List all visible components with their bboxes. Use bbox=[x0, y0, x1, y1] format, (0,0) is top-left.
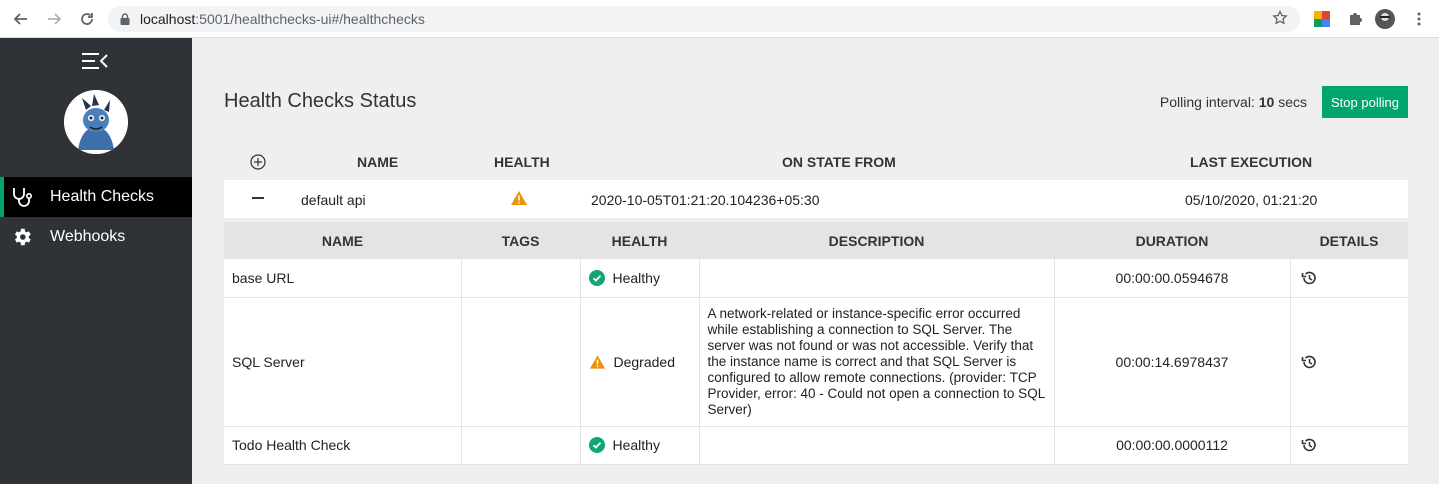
check-name: Todo Health Check bbox=[224, 426, 462, 465]
check-name: SQL Server bbox=[224, 297, 462, 427]
lock-icon bbox=[120, 13, 130, 25]
check-duration: 00:00:14.6978437 bbox=[1054, 297, 1291, 427]
col-duration: DURATION bbox=[1054, 222, 1290, 259]
kebab-menu-icon[interactable] bbox=[1409, 9, 1429, 29]
check-tags bbox=[461, 297, 581, 427]
table-row: Todo Health Check Healthy 00:00:00.00001… bbox=[224, 426, 1408, 465]
health-status: Degraded bbox=[613, 353, 676, 370]
url-host: localhost bbox=[140, 11, 196, 27]
col-on-state-from: ON STATE FROM bbox=[782, 154, 896, 170]
check-description bbox=[699, 426, 1055, 465]
check-tags bbox=[461, 426, 581, 465]
polling-suffix: secs bbox=[1274, 94, 1307, 110]
stethoscope-icon bbox=[10, 185, 34, 209]
sidebar: Health Checks Webhooks bbox=[0, 38, 192, 484]
row-on-state-from: 2020-10-05T01:21:20.104236+05:30 bbox=[591, 192, 820, 208]
check-duration: 00:00:00.0000112 bbox=[1054, 426, 1291, 465]
gear-icon bbox=[10, 225, 34, 249]
table-row: base URL Healthy 00:00:00.0594678 bbox=[224, 259, 1408, 298]
extension-colorful-icon[interactable] bbox=[1312, 9, 1332, 29]
history-icon[interactable] bbox=[1301, 437, 1401, 453]
col-health: HEALTH bbox=[580, 222, 699, 259]
check-health: Healthy bbox=[580, 259, 700, 298]
collapse-icon[interactable] bbox=[252, 197, 264, 199]
check-health: Degraded bbox=[580, 297, 700, 427]
col-name: NAME bbox=[357, 154, 399, 170]
forward-icon[interactable] bbox=[43, 8, 65, 30]
table-row: SQL Server Degraded A network-related or… bbox=[224, 297, 1408, 427]
health-status: Healthy bbox=[612, 437, 660, 453]
checks-table: NAME TAGS HEALTH DESCRIPTION DURATION DE… bbox=[224, 222, 1408, 465]
col-tags: TAGS bbox=[461, 222, 580, 259]
app-logo-avatar bbox=[64, 90, 128, 154]
page-title: Health Checks Status bbox=[224, 90, 417, 112]
warning-icon bbox=[510, 190, 528, 209]
row-name: default api bbox=[301, 192, 366, 208]
sidebar-item-webhooks[interactable]: Webhooks bbox=[0, 217, 192, 257]
table-row[interactable]: default api 2020-10-05T01:21:20.104236+0… bbox=[224, 180, 1408, 218]
check-description bbox=[699, 259, 1055, 298]
check-details bbox=[1290, 259, 1408, 298]
main-content: Health Checks Status Polling interval: 1… bbox=[192, 38, 1439, 484]
check-tags bbox=[461, 259, 581, 298]
sidebar-item-label: Health Checks bbox=[50, 188, 155, 205]
bookmark-star-icon[interactable] bbox=[1272, 9, 1288, 29]
row-last-execution: 05/10/2020, 01:21:20 bbox=[1185, 192, 1318, 208]
reload-icon[interactable] bbox=[76, 8, 98, 30]
col-details: DETAILS bbox=[1290, 222, 1408, 259]
polling-interval: Polling interval: 10 secs bbox=[1160, 94, 1307, 110]
stop-polling-button[interactable]: Stop polling bbox=[1322, 86, 1408, 118]
sidebar-item-label: Webhooks bbox=[50, 228, 126, 245]
check-health: Healthy bbox=[580, 426, 700, 465]
check-duration: 00:00:00.0594678 bbox=[1054, 259, 1291, 298]
healthy-icon bbox=[588, 437, 605, 453]
expand-all-icon[interactable] bbox=[250, 154, 268, 172]
browser-toolbar: localhost:5001/healthchecks-ui#/healthch… bbox=[0, 0, 1439, 38]
profile-avatar-icon[interactable] bbox=[1375, 9, 1395, 29]
back-icon[interactable] bbox=[10, 8, 32, 30]
warning-icon bbox=[589, 354, 606, 370]
address-bar[interactable]: localhost:5001/healthchecks-ui#/healthch… bbox=[108, 6, 1300, 32]
polling-prefix: Polling interval: bbox=[1159, 94, 1259, 110]
menu-collapse-icon[interactable] bbox=[82, 52, 110, 74]
history-icon[interactable] bbox=[1301, 270, 1401, 286]
healthy-icon bbox=[588, 269, 605, 286]
check-details bbox=[1290, 426, 1408, 465]
history-icon[interactable] bbox=[1301, 354, 1401, 370]
check-details bbox=[1290, 297, 1408, 427]
col-description: DESCRIPTION bbox=[699, 222, 1054, 259]
checks-table-header: NAME TAGS HEALTH DESCRIPTION DURATION DE… bbox=[224, 222, 1408, 259]
outer-table-header: NAME HEALTH ON STATE FROM LAST EXECUTION bbox=[224, 142, 1408, 180]
check-name: base URL bbox=[224, 259, 462, 298]
url-path: :5001/healthchecks-ui#/healthchecks bbox=[195, 11, 425, 27]
health-status: Healthy bbox=[612, 269, 660, 286]
sidebar-item-health-checks[interactable]: Health Checks bbox=[0, 177, 192, 217]
col-last-execution: LAST EXECUTION bbox=[1190, 154, 1313, 170]
polling-value: 10 bbox=[1258, 94, 1275, 110]
col-name: NAME bbox=[224, 222, 461, 259]
extensions-puzzle-icon[interactable] bbox=[1345, 9, 1365, 29]
check-description: A network-related or instance-specific e… bbox=[699, 297, 1055, 427]
col-health: HEALTH bbox=[494, 154, 550, 170]
